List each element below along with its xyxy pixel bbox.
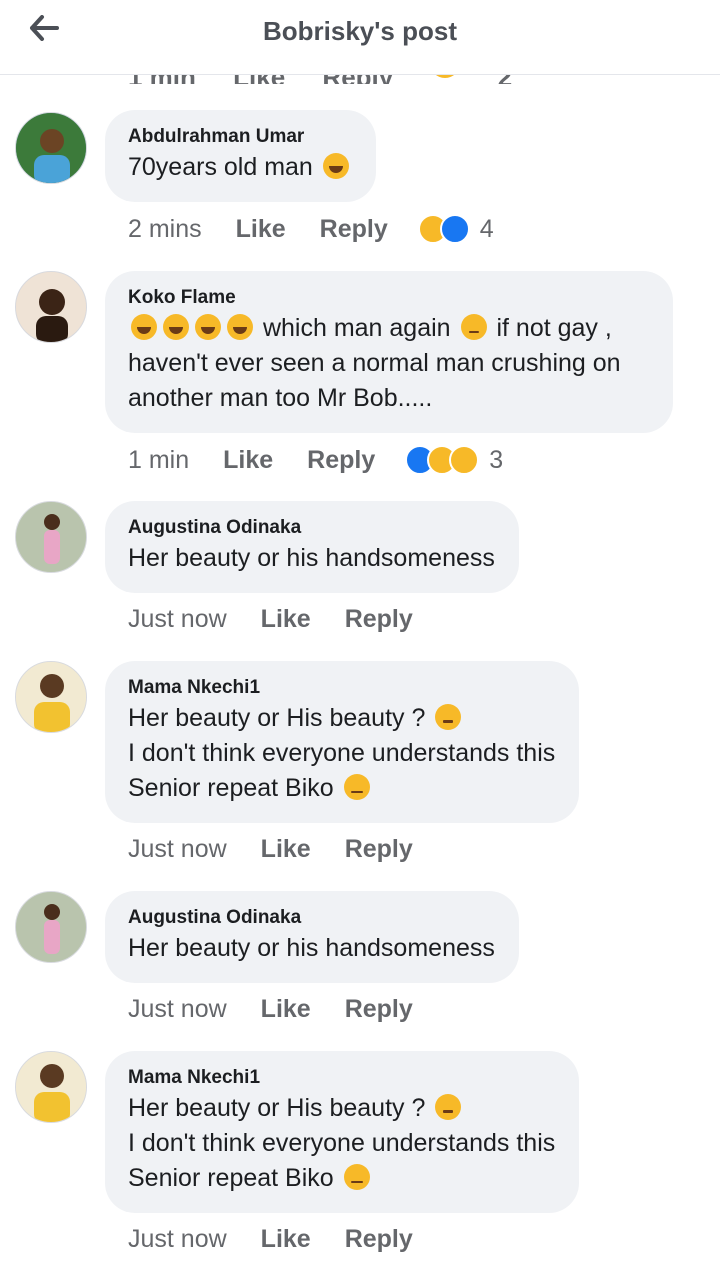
avatar[interactable]	[15, 891, 87, 963]
reply-button[interactable]: Reply	[320, 215, 388, 244]
comment-text: 70years old man	[128, 150, 352, 185]
comment-time: 2 mins	[128, 214, 202, 243]
care-reaction-icon	[449, 445, 480, 475]
comment-time: 1 min	[128, 445, 190, 474]
rofl-emoji-icon	[195, 314, 221, 340]
comment-bubble: Mama Nkechi1 Her beauty or His beauty ? …	[105, 661, 580, 823]
avatar[interactable]	[15, 501, 87, 573]
unamused-emoji-icon	[343, 774, 370, 800]
comment-author[interactable]: Mama Nkechi1	[128, 1065, 555, 1091]
comment-text: Her beauty or His beauty ? I don't think…	[128, 1094, 556, 1192]
comment-author[interactable]: Augustina Odinaka	[128, 905, 495, 931]
reply-button[interactable]: Reply	[307, 446, 375, 475]
comment-author[interactable]: Koko Flame	[128, 285, 649, 311]
thinking-emoji-icon	[435, 1094, 462, 1120]
reply-button[interactable]: Reply	[345, 835, 413, 864]
rofl-emoji-icon	[163, 314, 189, 340]
comment-text: which man again if not gay , haven't eve…	[128, 314, 621, 412]
laughing-emoji-icon	[322, 153, 349, 179]
comment-time: Just now	[128, 995, 227, 1023]
rofl-emoji-icon	[131, 314, 157, 340]
reaction-summary[interactable]: 3	[405, 445, 503, 475]
comment-author[interactable]: Abdulrahman Umar	[128, 124, 352, 150]
comment-bubble: Abdulrahman Umar 70years old man	[105, 110, 376, 202]
comment-time: Just now	[128, 835, 227, 863]
reaction-count: 4	[479, 214, 494, 243]
reaction-summary[interactable]: 4	[417, 214, 494, 244]
like-button[interactable]: Like	[236, 215, 286, 244]
like-button[interactable]: Like	[261, 835, 311, 864]
eye-roll-emoji-icon	[460, 314, 487, 340]
reply-button[interactable]: Reply	[345, 605, 413, 634]
like-button[interactable]: Like	[261, 605, 311, 634]
reaction-count: 3	[489, 445, 504, 474]
thinking-emoji-icon	[435, 704, 462, 730]
comment-actions: Just now Like Reply	[128, 835, 447, 864]
comment-actions: 2 mins Like Reply 4	[128, 214, 494, 244]
comment-author[interactable]: Augustina Odinaka	[128, 515, 495, 541]
comment-text: Her beauty or his handsomeness	[128, 544, 495, 572]
avatar[interactable]	[15, 661, 87, 733]
comment-bubble: Augustina Odinaka Her beauty or his hand…	[105, 891, 519, 983]
like-button[interactable]: Like	[223, 446, 273, 475]
page-title: Bobrisky's post	[262, 16, 457, 46]
comment-actions: Just now Like Reply	[128, 605, 447, 634]
like-reaction-icon	[439, 214, 470, 244]
comment-time: Just now	[128, 1225, 227, 1253]
unamused-emoji-icon	[343, 1164, 370, 1190]
avatar[interactable]	[15, 1051, 87, 1123]
avatar[interactable]	[15, 112, 87, 184]
like-button[interactable]: Like	[261, 1225, 311, 1254]
top-bar: Bobrisky's post	[0, 0, 720, 75]
avatar[interactable]	[15, 271, 87, 343]
like-button[interactable]: Like	[261, 995, 311, 1024]
reply-button[interactable]: Reply	[345, 1225, 413, 1254]
comment-author[interactable]: Mama Nkechi1	[128, 675, 555, 701]
comment-actions: 1 min Like Reply 3	[128, 445, 503, 475]
comment-text: Her beauty or His beauty ? I don't think…	[128, 704, 556, 802]
comment-bubble: Augustina Odinaka Her beauty or his hand…	[105, 501, 519, 593]
comment-actions: Just now Like Reply	[128, 1225, 447, 1254]
comment-bubble: Mama Nkechi1 Her beauty or His beauty ? …	[105, 1051, 580, 1213]
rofl-emoji-icon	[227, 314, 253, 340]
comment-actions: Just now Like Reply	[128, 995, 447, 1024]
reply-button[interactable]: Reply	[345, 995, 413, 1024]
comment-bubble: Koko Flame which man again if not gay , …	[105, 271, 673, 433]
comment-time: Just now	[128, 605, 227, 633]
comment-text: Her beauty or his handsomeness	[128, 934, 495, 962]
